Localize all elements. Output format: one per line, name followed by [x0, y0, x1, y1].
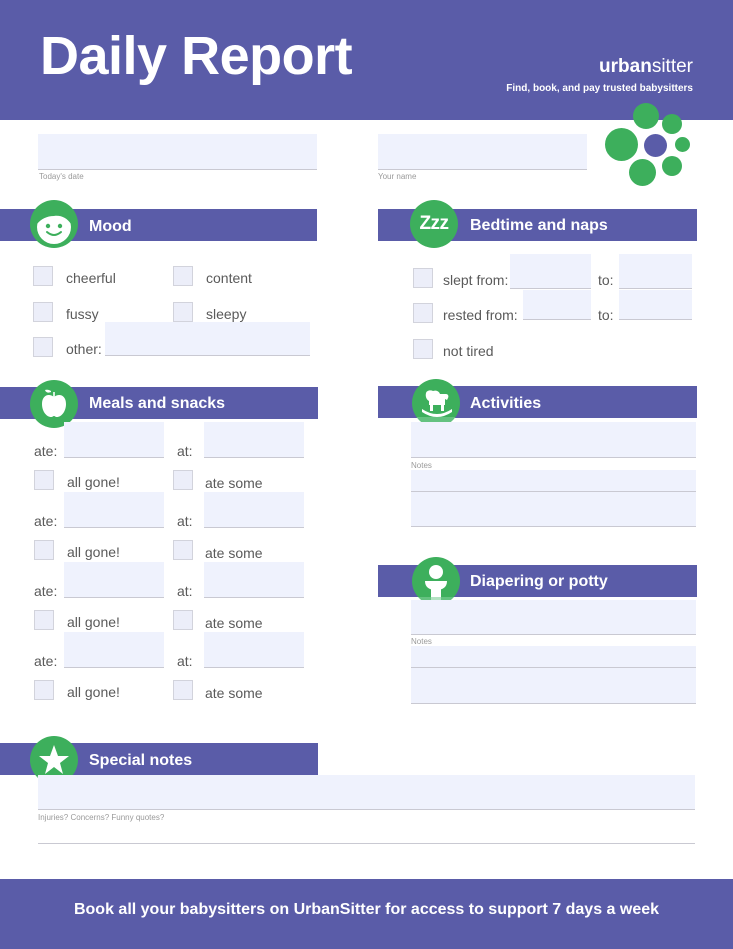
todays-date-field[interactable] — [38, 134, 317, 170]
rested-to-label: to: — [598, 307, 614, 323]
diapering-notes-line-2[interactable] — [411, 668, 696, 704]
slept-from-field[interactable] — [510, 254, 591, 289]
meal-ate-field[interactable] — [64, 422, 164, 458]
your-name-caption: Your name — [378, 172, 417, 181]
rocking-horse-icon — [412, 390, 460, 427]
brand-light: sitter — [651, 56, 693, 77]
all-gone-label: all gone! — [67, 614, 120, 630]
bedtime-title: Bedtime and naps — [470, 217, 608, 234]
special-notes-field[interactable] — [38, 775, 695, 810]
content-label: content — [206, 270, 252, 286]
rested-checkbox[interactable] — [413, 303, 433, 323]
mood-title: Mood — [89, 218, 132, 235]
content-checkbox[interactable] — [173, 266, 193, 286]
todays-date-caption: Today's date — [39, 172, 84, 181]
footer-text: Book all your babysitters on UrbanSitter… — [73, 901, 660, 918]
ate-some-label: ate some — [205, 685, 263, 701]
activities-notes-line-1[interactable] — [411, 470, 696, 492]
slept-checkbox[interactable] — [413, 268, 433, 288]
diapering-badge — [412, 557, 460, 605]
meal-at-label: at: — [177, 513, 193, 529]
rested-to-field[interactable] — [619, 290, 692, 320]
your-name-field[interactable] — [378, 134, 587, 170]
not-tired-label: not tired — [443, 343, 494, 359]
special-notes-line[interactable] — [38, 826, 695, 844]
diapering-notes-caption: Notes — [411, 637, 432, 646]
meal-at-label: at: — [177, 653, 193, 669]
not-tired-checkbox[interactable] — [413, 339, 433, 359]
brand-logo: urbansitter — [599, 56, 693, 78]
dot-icon — [662, 156, 682, 176]
ate-some-checkbox[interactable] — [173, 610, 193, 630]
sleepy-checkbox[interactable] — [173, 302, 193, 322]
apple-icon — [42, 389, 66, 417]
rested-from-label: rested from: — [443, 307, 518, 323]
meal-time-field[interactable] — [204, 632, 304, 668]
zzz-icon: Zzz — [419, 213, 449, 234]
fussy-label: fussy — [66, 306, 99, 322]
meal-at-label: at: — [177, 583, 193, 599]
cheerful-checkbox[interactable] — [33, 266, 53, 286]
meal-time-field[interactable] — [204, 562, 304, 598]
ate-some-label: ate some — [205, 615, 263, 631]
rested-from-field[interactable] — [523, 290, 591, 320]
meals-badge — [30, 380, 78, 428]
other-label: other: — [66, 341, 102, 357]
bedtime-badge: Zzz — [410, 200, 458, 248]
mood-badge — [30, 200, 78, 248]
dot-icon — [644, 134, 667, 157]
diapering-notes-line-1[interactable] — [411, 646, 696, 668]
other-mood-field[interactable] — [105, 322, 310, 356]
meal-time-field[interactable] — [204, 422, 304, 458]
slept-to-label: to: — [598, 272, 614, 288]
dot-icon — [605, 128, 638, 161]
page-title: Daily Report — [40, 26, 353, 86]
toilet-icon — [412, 565, 460, 605]
diapering-field[interactable] — [411, 600, 696, 635]
activities-notes-caption: Notes — [411, 461, 432, 470]
all-gone-label: all gone! — [67, 474, 120, 490]
meal-ate-label: ate: — [34, 513, 58, 529]
meal-at-label: at: — [177, 443, 193, 459]
slept-from-label: slept from: — [443, 272, 509, 288]
activities-badge — [412, 379, 460, 427]
dot-icon — [629, 159, 656, 186]
ate-some-checkbox[interactable] — [173, 540, 193, 560]
meal-ate-label: ate: — [34, 653, 58, 669]
cheerful-label: cheerful — [66, 270, 116, 286]
ate-some-checkbox[interactable] — [173, 470, 193, 490]
brand-bold: urban — [599, 56, 652, 77]
sleepy-label: sleepy — [206, 306, 247, 322]
dot-icon — [675, 137, 690, 152]
diapering-title: Diapering or potty — [470, 573, 608, 590]
brand-tagline: Find, book, and pay trusted babysitters — [506, 83, 693, 94]
smiley-face-icon — [37, 206, 71, 244]
other-checkbox[interactable] — [33, 337, 53, 357]
all-gone-checkbox[interactable] — [34, 540, 54, 560]
activities-notes-line-2[interactable] — [411, 492, 696, 527]
slept-to-field[interactable] — [619, 254, 692, 289]
meal-ate-field[interactable] — [64, 632, 164, 668]
all-gone-checkbox[interactable] — [34, 680, 54, 700]
meal-time-field[interactable] — [204, 492, 304, 528]
all-gone-checkbox[interactable] — [34, 470, 54, 490]
ate-some-label: ate some — [205, 545, 263, 561]
meals-title: Meals and snacks — [89, 395, 226, 412]
meal-ate-label: ate: — [34, 443, 58, 459]
all-gone-label: all gone! — [67, 684, 120, 700]
activities-title: Activities — [470, 395, 542, 412]
activities-field[interactable] — [411, 422, 696, 458]
all-gone-label: all gone! — [67, 544, 120, 560]
all-gone-checkbox[interactable] — [34, 610, 54, 630]
special-notes-caption: Injuries? Concerns? Funny quotes? — [38, 813, 165, 822]
special-title: Special notes — [89, 752, 193, 769]
ate-some-checkbox[interactable] — [173, 680, 193, 700]
ate-some-label: ate some — [205, 475, 263, 491]
fussy-checkbox[interactable] — [33, 302, 53, 322]
meal-ate-field[interactable] — [64, 562, 164, 598]
meal-ate-label: ate: — [34, 583, 58, 599]
meal-ate-field[interactable] — [64, 492, 164, 528]
